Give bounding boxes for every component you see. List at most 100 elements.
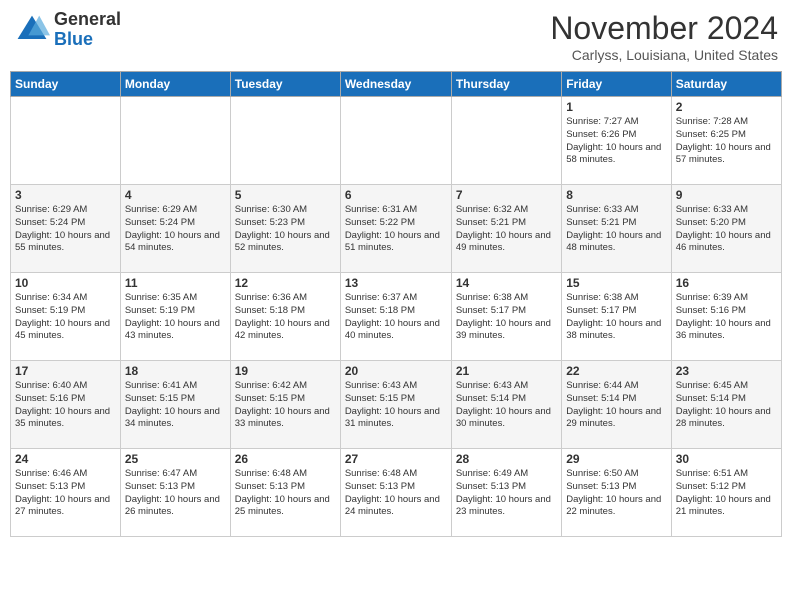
day-info: Sunrise: 6:43 AM Sunset: 5:15 PM Dayligh… bbox=[345, 380, 447, 431]
day-info: Sunrise: 6:47 AM Sunset: 5:13 PM Dayligh… bbox=[125, 468, 226, 519]
calendar-cell: 20 Sunrise: 6:43 AM Sunset: 5:15 PM Dayli… bbox=[340, 361, 451, 449]
day-number: 20 bbox=[345, 364, 447, 378]
day-number: 7 bbox=[456, 188, 557, 202]
day-info: Sunrise: 6:38 AM Sunset: 5:17 PM Dayligh… bbox=[456, 292, 557, 343]
calendar-cell bbox=[230, 97, 340, 185]
calendar-cell: 27Sunrise: 6:48 AM Sunset: 5:13 PM Dayli… bbox=[340, 449, 451, 537]
weekday-header-saturday: Saturday bbox=[671, 72, 781, 97]
calendar-week-5: 24 Sunrise: 6:46 AM Sunset: 5:13 PM Dayli… bbox=[11, 449, 782, 537]
day-info: Sunrise: 6:30 AM Sunset: 5:23 PM Dayligh… bbox=[235, 204, 336, 255]
day-number: 25 bbox=[125, 452, 226, 466]
day-info: Sunrise: 6:48 AM Sunset: 5:13 PM Dayligh… bbox=[345, 468, 447, 519]
calendar-cell: 21 Sunrise: 6:43 AM Sunset: 5:14 PM Dayli… bbox=[451, 361, 561, 449]
logo-icon bbox=[14, 12, 50, 48]
day-number: 3 bbox=[15, 188, 116, 202]
calendar-week-4: 17Sunrise: 6:40 AM Sunset: 5:16 PM Dayli… bbox=[11, 361, 782, 449]
calendar-cell: 10 Sunrise: 6:34 AM Sunset: 5:19 PM Dayli… bbox=[11, 273, 121, 361]
day-number: 18 bbox=[125, 364, 226, 378]
weekday-header-friday: Friday bbox=[562, 72, 671, 97]
calendar-cell: 18 Sunrise: 6:41 AM Sunset: 5:15 PM Dayli… bbox=[120, 361, 230, 449]
day-info: Sunrise: 6:44 AM Sunset: 5:14 PM Dayligh… bbox=[566, 380, 666, 431]
day-number: 30 bbox=[676, 452, 777, 466]
day-info: Sunrise: 6:51 AM Sunset: 5:12 PM Dayligh… bbox=[676, 468, 777, 519]
day-number: 29 bbox=[566, 452, 666, 466]
day-number: 24 bbox=[15, 452, 116, 466]
calendar-cell: 2 Sunrise: 7:28 AM Sunset: 6:25 PM Daylig… bbox=[671, 97, 781, 185]
day-number: 1 bbox=[566, 100, 666, 114]
calendar-cell: 4 Sunrise: 6:29 AM Sunset: 5:24 PM Daylig… bbox=[120, 185, 230, 273]
day-info: Sunrise: 6:41 AM Sunset: 5:15 PM Dayligh… bbox=[125, 380, 226, 431]
calendar-cell: 30 Sunrise: 6:51 AM Sunset: 5:12 PM Dayli… bbox=[671, 449, 781, 537]
day-info: Sunrise: 6:32 AM Sunset: 5:21 PM Dayligh… bbox=[456, 204, 557, 255]
day-info: Sunrise: 7:28 AM Sunset: 6:25 PM Dayligh… bbox=[676, 116, 777, 167]
day-number: 10 bbox=[15, 276, 116, 290]
calendar-cell bbox=[120, 97, 230, 185]
calendar-week-1: 1Sunrise: 7:27 AM Sunset: 6:26 PM Daylig… bbox=[11, 97, 782, 185]
day-number: 16 bbox=[676, 276, 777, 290]
calendar-cell: 5Sunrise: 6:30 AM Sunset: 5:23 PM Daylig… bbox=[230, 185, 340, 273]
day-number: 2 bbox=[676, 100, 777, 114]
day-info: Sunrise: 6:29 AM Sunset: 5:24 PM Dayligh… bbox=[15, 204, 116, 255]
day-info: Sunrise: 6:33 AM Sunset: 5:21 PM Dayligh… bbox=[566, 204, 666, 255]
day-number: 11 bbox=[125, 276, 226, 290]
day-info: Sunrise: 6:43 AM Sunset: 5:14 PM Dayligh… bbox=[456, 380, 557, 431]
day-info: Sunrise: 6:29 AM Sunset: 5:24 PM Dayligh… bbox=[125, 204, 226, 255]
calendar-cell: 25 Sunrise: 6:47 AM Sunset: 5:13 PM Dayli… bbox=[120, 449, 230, 537]
day-number: 4 bbox=[125, 188, 226, 202]
calendar-table: SundayMondayTuesdayWednesdayThursdayFrid… bbox=[10, 71, 782, 537]
day-number: 14 bbox=[456, 276, 557, 290]
calendar-cell: 24 Sunrise: 6:46 AM Sunset: 5:13 PM Dayli… bbox=[11, 449, 121, 537]
calendar-cell: 26Sunrise: 6:48 AM Sunset: 5:13 PM Dayli… bbox=[230, 449, 340, 537]
day-info: Sunrise: 6:31 AM Sunset: 5:22 PM Dayligh… bbox=[345, 204, 447, 255]
day-info: Sunrise: 6:49 AM Sunset: 5:13 PM Dayligh… bbox=[456, 468, 557, 519]
day-info: Sunrise: 6:40 AM Sunset: 5:16 PM Dayligh… bbox=[15, 380, 116, 431]
weekday-header-sunday: Sunday bbox=[11, 72, 121, 97]
calendar-cell: 1Sunrise: 7:27 AM Sunset: 6:26 PM Daylig… bbox=[562, 97, 671, 185]
day-number: 15 bbox=[566, 276, 666, 290]
page-header: General Blue November 2024 Carlyss, Loui… bbox=[10, 10, 782, 63]
day-info: Sunrise: 6:48 AM Sunset: 5:13 PM Dayligh… bbox=[235, 468, 336, 519]
day-info: Sunrise: 6:46 AM Sunset: 5:13 PM Dayligh… bbox=[15, 468, 116, 519]
calendar-cell: 19 Sunrise: 6:42 AM Sunset: 5:15 PM Dayli… bbox=[230, 361, 340, 449]
calendar-cell: 17Sunrise: 6:40 AM Sunset: 5:16 PM Dayli… bbox=[11, 361, 121, 449]
weekday-header-row: SundayMondayTuesdayWednesdayThursdayFrid… bbox=[11, 72, 782, 97]
day-number: 8 bbox=[566, 188, 666, 202]
logo-blue-text: Blue bbox=[54, 30, 121, 50]
logo: General Blue bbox=[14, 10, 121, 50]
calendar-cell: 16Sunrise: 6:39 AM Sunset: 5:16 PM Dayli… bbox=[671, 273, 781, 361]
calendar-cell: 29Sunrise: 6:50 AM Sunset: 5:13 PM Dayli… bbox=[562, 449, 671, 537]
weekday-header-wednesday: Wednesday bbox=[340, 72, 451, 97]
calendar-cell: 15Sunrise: 6:38 AM Sunset: 5:17 PM Dayli… bbox=[562, 273, 671, 361]
calendar-week-3: 10 Sunrise: 6:34 AM Sunset: 5:19 PM Dayli… bbox=[11, 273, 782, 361]
day-info: Sunrise: 6:34 AM Sunset: 5:19 PM Dayligh… bbox=[15, 292, 116, 343]
day-number: 23 bbox=[676, 364, 777, 378]
title-section: November 2024 Carlyss, Louisiana, United… bbox=[550, 10, 778, 63]
calendar-cell: 12Sunrise: 6:36 AM Sunset: 5:18 PM Dayli… bbox=[230, 273, 340, 361]
day-number: 9 bbox=[676, 188, 777, 202]
calendar-cell bbox=[11, 97, 121, 185]
day-info: Sunrise: 6:45 AM Sunset: 5:14 PM Dayligh… bbox=[676, 380, 777, 431]
calendar-cell: 14 Sunrise: 6:38 AM Sunset: 5:17 PM Dayli… bbox=[451, 273, 561, 361]
calendar-cell: 11 Sunrise: 6:35 AM Sunset: 5:19 PM Dayli… bbox=[120, 273, 230, 361]
calendar-cell bbox=[340, 97, 451, 185]
month-title: November 2024 bbox=[550, 10, 778, 47]
weekday-header-monday: Monday bbox=[120, 72, 230, 97]
day-info: Sunrise: 6:35 AM Sunset: 5:19 PM Dayligh… bbox=[125, 292, 226, 343]
calendar-cell: 22Sunrise: 6:44 AM Sunset: 5:14 PM Dayli… bbox=[562, 361, 671, 449]
day-number: 13 bbox=[345, 276, 447, 290]
calendar-cell: 8 Sunrise: 6:33 AM Sunset: 5:21 PM Daylig… bbox=[562, 185, 671, 273]
calendar-cell: 3 Sunrise: 6:29 AM Sunset: 5:24 PM Daylig… bbox=[11, 185, 121, 273]
day-number: 28 bbox=[456, 452, 557, 466]
day-number: 19 bbox=[235, 364, 336, 378]
day-info: Sunrise: 6:37 AM Sunset: 5:18 PM Dayligh… bbox=[345, 292, 447, 343]
day-number: 12 bbox=[235, 276, 336, 290]
calendar-cell: 6Sunrise: 6:31 AM Sunset: 5:22 PM Daylig… bbox=[340, 185, 451, 273]
day-info: Sunrise: 6:42 AM Sunset: 5:15 PM Dayligh… bbox=[235, 380, 336, 431]
location-title: Carlyss, Louisiana, United States bbox=[550, 47, 778, 63]
weekday-header-thursday: Thursday bbox=[451, 72, 561, 97]
day-info: Sunrise: 6:33 AM Sunset: 5:20 PM Dayligh… bbox=[676, 204, 777, 255]
calendar-cell: 13 Sunrise: 6:37 AM Sunset: 5:18 PM Dayli… bbox=[340, 273, 451, 361]
calendar-cell: 23 Sunrise: 6:45 AM Sunset: 5:14 PM Dayli… bbox=[671, 361, 781, 449]
logo-general-text: General bbox=[54, 10, 121, 30]
day-number: 21 bbox=[456, 364, 557, 378]
